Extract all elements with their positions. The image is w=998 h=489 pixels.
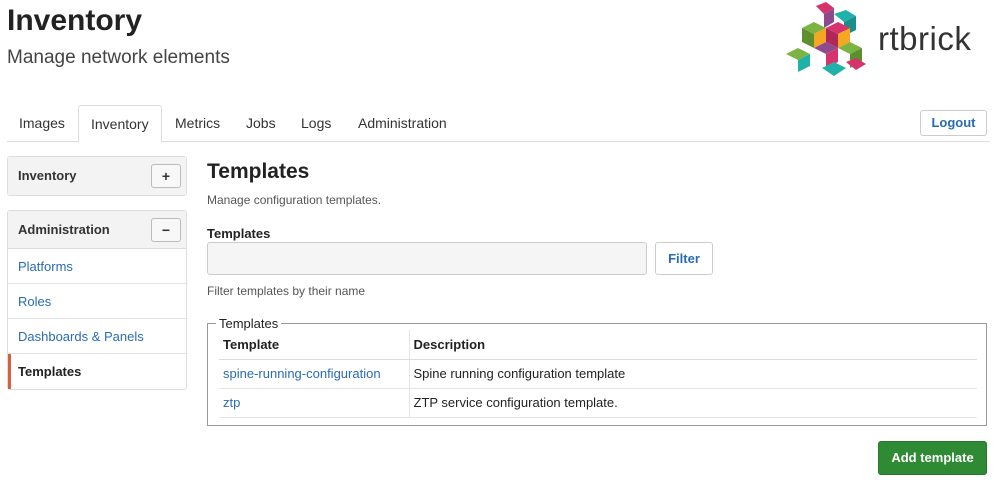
- panel-title-inventory: Inventory: [18, 168, 77, 183]
- template-filter-input[interactable]: [207, 242, 647, 275]
- logo-text: rtbrick: [878, 20, 972, 57]
- template-name-link[interactable]: ztp: [219, 388, 409, 418]
- app-title: Inventory: [7, 4, 143, 37]
- sidebar-panel-administration: Administration − Platforms Roles Dashboa…: [7, 210, 187, 390]
- template-description: Spine running configuration template: [408, 359, 977, 389]
- tab-administration[interactable]: Administration: [346, 105, 459, 142]
- table-header-row: Template Description: [219, 330, 977, 360]
- templates-legend: Templates: [216, 316, 282, 331]
- rtbrick-logo: rtbrick: [786, 2, 991, 80]
- tab-images[interactable]: Images: [7, 105, 77, 142]
- expand-inventory-button[interactable]: +: [151, 164, 181, 188]
- sidebar-item-dashboards-panels[interactable]: Dashboards & Panels: [8, 319, 186, 354]
- sidebar-item-templates[interactable]: Templates: [8, 354, 186, 389]
- sidebar-item-roles[interactable]: Roles: [8, 284, 186, 319]
- column-header-description: Description: [408, 330, 977, 360]
- tab-logs[interactable]: Logs: [289, 105, 343, 142]
- sidebar-panel-inventory: Inventory +: [7, 156, 187, 196]
- filter-label: Templates: [207, 226, 271, 241]
- logout-button[interactable]: Logout: [920, 110, 987, 136]
- page-title: Templates: [207, 160, 310, 183]
- templates-fieldset: Templates Template Description spine-run…: [207, 316, 987, 426]
- filter-help-text: Filter templates by their name: [207, 284, 366, 298]
- tab-metrics[interactable]: Metrics: [163, 105, 232, 142]
- sidebar-item-platforms[interactable]: Platforms: [8, 249, 186, 284]
- page-description: Manage configuration templates.: [207, 193, 382, 207]
- templates-table: Template Description spine-running-confi…: [219, 330, 977, 418]
- filter-button[interactable]: Filter: [655, 242, 713, 275]
- template-name-link[interactable]: spine-running-configuration: [219, 359, 409, 389]
- collapse-administration-button[interactable]: −: [151, 218, 181, 242]
- logo-cubes-icon: [786, 2, 866, 76]
- add-template-button[interactable]: Add template: [878, 441, 987, 475]
- template-description: ZTP service configuration template.: [408, 388, 977, 418]
- tab-inventory[interactable]: Inventory: [78, 105, 162, 143]
- column-header-template: Template: [219, 330, 409, 360]
- panel-title-administration: Administration: [18, 222, 110, 237]
- app-subtitle: Manage network elements: [7, 47, 230, 68]
- panel-header-inventory: Inventory +: [8, 157, 186, 195]
- tab-jobs[interactable]: Jobs: [234, 105, 288, 142]
- table-row: ztp ZTP service configuration template.: [219, 388, 977, 418]
- main-tabs: Images Inventory Metrics Jobs Logs Admin…: [7, 105, 990, 143]
- panel-header-administration: Administration −: [8, 211, 186, 249]
- table-row: spine-running-configuration Spine runnin…: [219, 359, 977, 389]
